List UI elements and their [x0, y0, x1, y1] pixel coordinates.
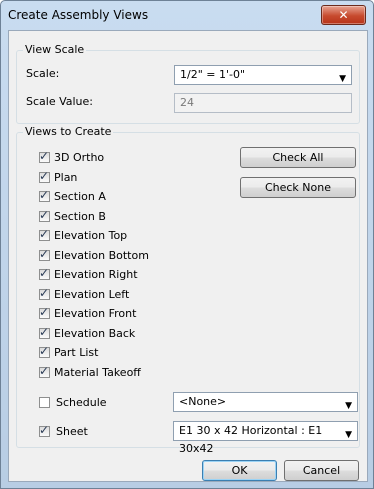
view-checkbox-label: Material Takeoff [54, 366, 141, 379]
dialog-title: Create Assembly Views [8, 8, 149, 22]
view-checkbox-row[interactable]: ✓ Elevation Right [39, 266, 138, 282]
view-checkbox-row[interactable]: ✓ Elevation Bottom [39, 247, 149, 263]
check-none-label: Check None [264, 181, 332, 194]
checkmark-icon: ✓ [39, 169, 50, 183]
checkmark-icon: ✓ [39, 286, 50, 300]
view-checkbox[interactable]: ✓ [39, 208, 50, 222]
close-icon: ✕ [338, 8, 349, 22]
view-checkbox-label: Elevation Top [54, 229, 128, 242]
checkmark-icon: ✓ [39, 208, 50, 222]
view-checkbox-label: 3D Ortho [54, 151, 105, 164]
checkmark-icon: ✓ [39, 344, 50, 358]
view-scale-group-label: View Scale [23, 43, 87, 56]
view-checkbox[interactable]: ✓ [39, 305, 50, 319]
view-checkbox-row[interactable]: ✓ Elevation Top [39, 227, 128, 243]
view-checkbox-label: Elevation Left [54, 288, 130, 301]
view-checkbox[interactable]: ✓ [39, 344, 50, 358]
view-checkbox[interactable]: ✓ [39, 325, 50, 339]
scale-value-field[interactable]: 24 [174, 93, 352, 113]
schedule-dropdown-value: <None> [179, 395, 227, 408]
checkmark-icon: ✓ [39, 247, 50, 261]
checkmark-icon: ✓ [39, 423, 50, 437]
view-checkbox-row[interactable]: ✓ 3D Ortho [39, 149, 105, 165]
close-button[interactable]: ✕ [321, 5, 366, 25]
scale-dropdown-value: 1/2" = 1'-0" [180, 68, 246, 81]
checkmark-icon: ✓ [39, 325, 50, 339]
chevron-down-icon: ▼ [345, 401, 352, 411]
checkmark-icon: ✓ [39, 149, 50, 163]
scale-label: Scale: [26, 67, 60, 80]
sheet-checkbox-row[interactable]: ✓ Sheet [39, 423, 88, 439]
check-none-button[interactable]: Check None [240, 177, 356, 198]
ok-label: OK [231, 464, 248, 477]
view-checkbox[interactable]: ✓ [39, 188, 50, 202]
checkmark-icon: ✓ [39, 305, 50, 319]
view-checkbox-row[interactable]: ✓ Plan [39, 169, 78, 185]
checkmark-icon: ✓ [39, 227, 50, 241]
view-checkbox[interactable]: ✓ [39, 227, 50, 241]
scale-dropdown[interactable]: 1/2" = 1'-0" ▼ [174, 65, 352, 85]
view-checkbox-label: Elevation Bottom [54, 249, 149, 262]
view-checkbox-label: Elevation Right [54, 268, 138, 281]
view-checkbox[interactable]: ✓ [39, 364, 50, 378]
scale-value-label: Scale Value: [26, 95, 94, 108]
schedule-checkbox-row[interactable]: Schedule [39, 395, 107, 410]
view-checkbox-row[interactable]: ✓ Section A [39, 188, 106, 204]
view-checkbox-row[interactable]: ✓ Elevation Back [39, 325, 136, 341]
schedule-dropdown[interactable]: <None> ▼ [173, 392, 358, 412]
cancel-button[interactable]: Cancel [284, 460, 359, 481]
view-checkbox-row[interactable]: ✓ Elevation Left [39, 286, 130, 302]
cancel-label: Cancel [302, 464, 341, 477]
sheet-checkbox[interactable]: ✓ [39, 423, 50, 437]
dialog-body: View Scale Scale: 1/2" = 1'-0" ▼ Scale V… [8, 30, 368, 482]
view-checkbox[interactable]: ✓ [39, 149, 50, 163]
view-checkbox[interactable]: ✓ [39, 169, 50, 183]
scale-value-text: 24 [180, 96, 194, 109]
checkmark-icon: ✓ [39, 364, 50, 378]
view-checkbox-label: Section A [54, 190, 106, 203]
views-to-create-group-label: Views to Create [23, 125, 114, 138]
check-all-label: Check All [272, 151, 324, 164]
view-checkbox-label: Section B [54, 210, 106, 223]
view-checkbox[interactable]: ✓ [39, 247, 50, 261]
view-scale-group: View Scale Scale: 1/2" = 1'-0" ▼ Scale V… [16, 43, 360, 124]
schedule-checkbox[interactable] [39, 397, 50, 408]
view-checkbox-row[interactable]: ✓ Elevation Front [39, 305, 137, 321]
checkmark-icon: ✓ [39, 266, 50, 280]
view-checkbox-row[interactable]: ✓ Part List [39, 344, 99, 360]
sheet-dropdown-value: E1 30 x 42 Horizontal : E1 30x42 [179, 424, 323, 455]
sheet-label: Sheet [56, 425, 88, 438]
view-checkbox[interactable]: ✓ [39, 286, 50, 300]
schedule-label: Schedule [56, 396, 107, 409]
view-checkbox[interactable]: ✓ [39, 266, 50, 280]
view-checkbox-label: Part List [54, 346, 99, 359]
view-checkbox-label: Elevation Front [54, 307, 137, 320]
chevron-down-icon: ▼ [345, 430, 352, 440]
check-all-button[interactable]: Check All [240, 147, 356, 168]
view-checkbox-label: Elevation Back [54, 327, 136, 340]
create-assembly-views-dialog: Create Assembly Views ✕ View Scale Scale… [0, 0, 374, 489]
ok-button[interactable]: OK [202, 460, 277, 481]
view-checkbox-row[interactable]: ✓ Material Takeoff [39, 364, 141, 380]
checkmark-icon: ✓ [39, 188, 50, 202]
view-checkbox-row[interactable]: ✓ Section B [39, 208, 106, 224]
view-checkbox-label: Plan [54, 171, 78, 184]
sheet-dropdown[interactable]: E1 30 x 42 Horizontal : E1 30x42 ▼ [173, 421, 358, 455]
chevron-down-icon: ▼ [339, 74, 346, 84]
title-bar[interactable]: Create Assembly Views ✕ [1, 1, 373, 30]
